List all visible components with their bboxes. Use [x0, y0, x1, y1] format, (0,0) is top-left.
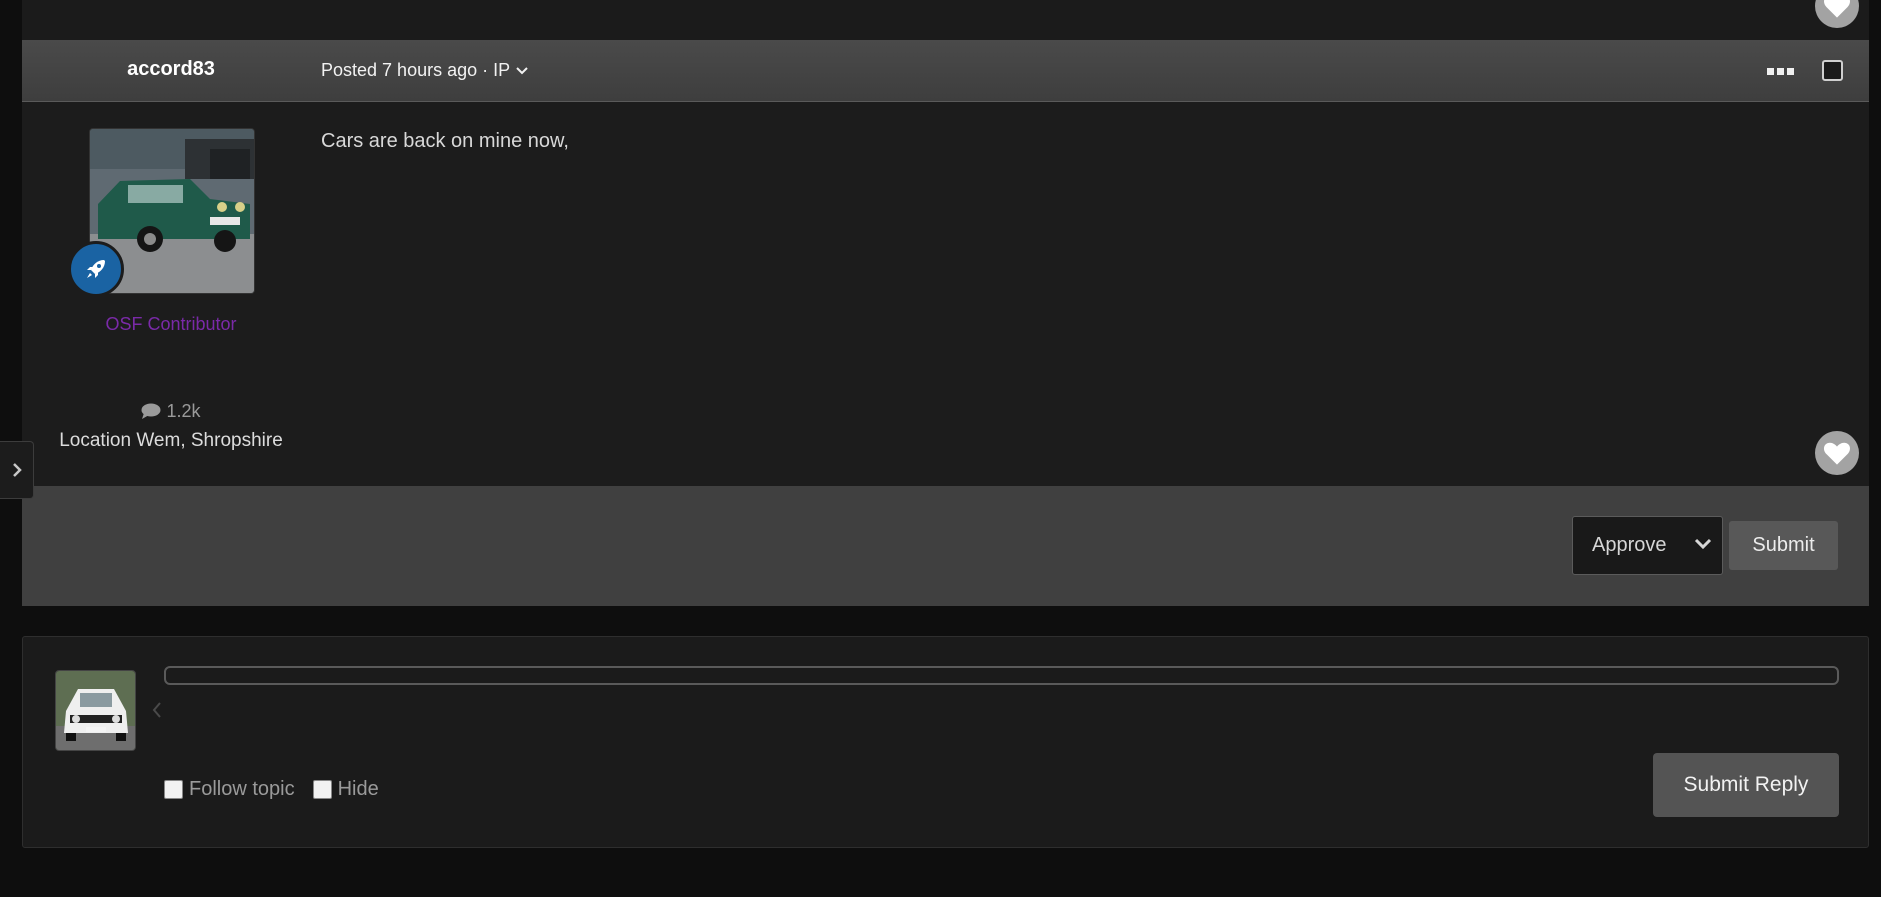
chevron-left-icon	[152, 702, 161, 718]
heart-icon	[1824, 0, 1850, 18]
moderation-submit-button[interactable]: Submit	[1729, 521, 1838, 570]
more-options-icon[interactable]	[1767, 68, 1794, 75]
post-select-checkbox[interactable]	[1822, 60, 1843, 81]
moderation-action-value: Approve	[1592, 534, 1667, 556]
post-meta-text: Posted 7 hours ago · IP	[321, 60, 511, 80]
sidebar-toggle[interactable]	[0, 441, 34, 499]
post-count-value: 1.2k	[166, 401, 201, 421]
author-name[interactable]: accord83	[22, 58, 320, 81]
heart-icon	[1824, 442, 1850, 465]
follow-topic-label: Follow topic	[189, 778, 295, 800]
hide-label: Hide	[337, 778, 379, 800]
post-count: 1.2k	[22, 401, 320, 422]
chevron-right-icon	[12, 463, 22, 477]
author-rank: OSF Contributor	[105, 314, 237, 334]
post-header: accord83 Posted 7 hours ago · IP	[22, 40, 1869, 102]
rocket-icon	[87, 260, 105, 278]
hide-option[interactable]: Hide	[312, 778, 379, 801]
follow-topic-checkbox[interactable]	[164, 780, 183, 799]
author-location: Location Wem, Shropshire	[59, 430, 283, 451]
reply-editor[interactable]	[164, 666, 1839, 685]
current-user-avatar	[55, 670, 136, 751]
reply-options: Follow topic Hide	[164, 778, 397, 801]
moderation-action-select[interactable]: Approve	[1572, 516, 1723, 575]
submit-reply-button[interactable]: Submit Reply	[1653, 753, 1839, 817]
comment-icon	[141, 403, 161, 419]
hide-checkbox[interactable]	[312, 780, 332, 799]
follow-topic-option[interactable]: Follow topic	[164, 778, 295, 801]
post-content: Cars are back on mine now,	[321, 130, 569, 152]
previous-post	[22, 0, 1869, 40]
forum-post: accord83 Posted 7 hours ago · IP OSF Con…	[22, 40, 1869, 606]
post-meta[interactable]: Posted 7 hours ago · IP	[321, 60, 528, 81]
moderation-bar: Approve Submit	[22, 486, 1869, 606]
rank-badge	[68, 241, 124, 297]
reply-box: Follow topic Hide Submit Reply	[22, 636, 1869, 848]
like-button[interactable]	[1815, 431, 1859, 475]
chevron-down-icon	[516, 66, 528, 74]
car-photo	[56, 671, 135, 750]
chevron-down-icon	[1694, 538, 1712, 550]
